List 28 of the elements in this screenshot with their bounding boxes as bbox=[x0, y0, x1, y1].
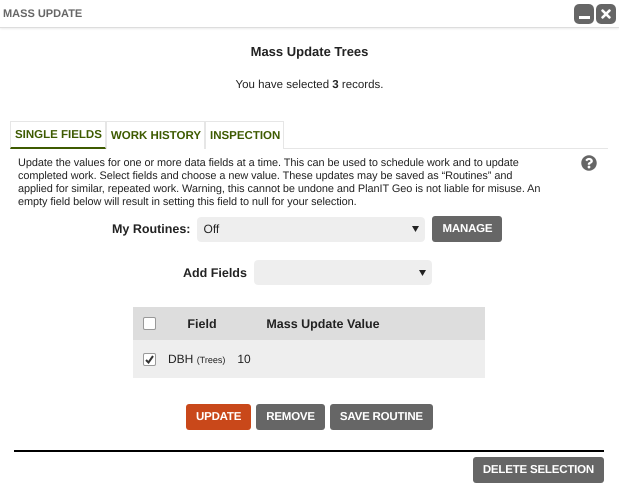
description-text: Update the values for one or more data fields at a time. This can be used to schedule work and to update completed work. Select fields and choose a new value. These updates may be saved as “Routines” and applied for similar, repeated work. Warning, this cannot be undone and PlanIT Geo is not liable for misuse. An empty field below will result in setting this field to null for your selection. bbox=[18, 157, 541, 209]
close-button[interactable] bbox=[596, 4, 616, 24]
table-cell: DBH (Trees) bbox=[168, 352, 226, 366]
dialog-heading: Mass Update Trees bbox=[250, 44, 370, 59]
action-button[interactable]: SAVE ROUTINE bbox=[330, 404, 433, 430]
add-fields-dropdown[interactable] bbox=[254, 260, 432, 285]
action-button[interactable]: UPDATE bbox=[186, 404, 252, 430]
minimize-button[interactable] bbox=[574, 4, 594, 24]
tab[interactable]: SINGLE FIELDS bbox=[10, 121, 106, 149]
caret-icon bbox=[412, 226, 420, 232]
manage-button[interactable]: MANAGE bbox=[432, 216, 502, 242]
column-header: Mass Update Value bbox=[265, 316, 381, 330]
action-button[interactable]: REMOVE bbox=[256, 404, 325, 430]
delete-selection-button[interactable]: DELETE SELECTION bbox=[472, 457, 604, 483]
routines-dropdown[interactable]: Off bbox=[197, 216, 426, 242]
caret-icon bbox=[418, 270, 426, 276]
close-icon bbox=[599, 6, 613, 20]
field-label: Add Fields bbox=[183, 266, 247, 280]
tab[interactable]: WORK HISTORY bbox=[106, 121, 205, 149]
column-header: Field bbox=[186, 316, 218, 330]
minimize-icon bbox=[578, 16, 590, 19]
field-label: My Routines: bbox=[112, 222, 190, 236]
checkbox[interactable] bbox=[143, 352, 156, 366]
tab[interactable]: INSPECTION bbox=[205, 121, 284, 149]
table-cell: 10 bbox=[237, 352, 251, 366]
checkbox[interactable] bbox=[143, 317, 156, 330]
selection-note: You have selected 3 records. bbox=[234, 79, 384, 91]
window-title: MASS UPDATE bbox=[3, 8, 82, 20]
